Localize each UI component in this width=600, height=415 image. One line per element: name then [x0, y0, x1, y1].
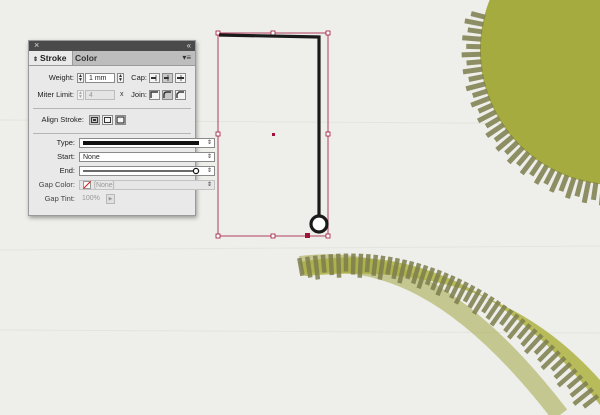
type-label: Type:: [56, 138, 75, 147]
gap-tint-input[interactable]: 100%: [79, 194, 105, 204]
circle-end-preview: [83, 167, 200, 175]
stitch-mark: [304, 256, 313, 278]
align-stroke-label: Align Stroke:: [41, 115, 84, 124]
projecting-cap-icon[interactable]: [175, 73, 186, 83]
stitch-mark: [470, 11, 486, 20]
chevron-updown-icon: ⇕: [206, 168, 212, 174]
stitch-mark: [590, 182, 599, 201]
round-join-icon[interactable]: [162, 90, 173, 100]
stitch-mark: [364, 254, 371, 273]
chevron-updown-icon: ⇕: [206, 140, 212, 146]
stitch-mark: [350, 253, 356, 275]
end-row: End: ⇕: [29, 165, 215, 179]
miter-stepper[interactable]: ▲ ▼: [77, 90, 84, 100]
panel-tabs: ⇕ Stroke Color ▾≡: [29, 51, 195, 66]
stitch-mark: [465, 81, 486, 92]
solid-line-preview: [83, 141, 199, 145]
stitch-mark: [312, 255, 321, 280]
stitch-mark: [574, 179, 584, 197]
panel-menu-icon[interactable]: ▾≡: [182, 53, 191, 62]
collapse-icon[interactable]: ‹‹: [187, 40, 191, 51]
chevron-updown-icon: ⇕: [206, 182, 212, 188]
stitch-mark: [558, 174, 570, 192]
gap-tint-label: Gap Tint:: [44, 194, 75, 203]
stitch-mark: [464, 18, 484, 27]
start-label: Start:: [57, 152, 75, 161]
gap-color-row: Gap Color: [None] ⇕: [29, 179, 215, 193]
divider: [33, 108, 191, 109]
stroke-line: [218, 33, 321, 216]
bevel-join-icon[interactable]: [175, 90, 186, 100]
miter-suffix: x: [120, 91, 124, 98]
close-icon[interactable]: ×: [34, 40, 39, 51]
align-inside-icon[interactable]: [102, 115, 113, 125]
end-cap-select[interactable]: ⇕: [79, 166, 215, 176]
gap-color-select[interactable]: [None] ⇕: [79, 180, 215, 190]
cap-label: Cap:: [131, 73, 147, 82]
stitch-mark: [543, 167, 556, 186]
stitch-mark: [467, 27, 483, 35]
join-label: Join:: [131, 90, 147, 99]
green-arc-shape[interactable]: [297, 253, 600, 415]
none-swatch-icon: [83, 181, 91, 189]
stitch-mark: [466, 59, 482, 66]
gap-color-label: Gap Color:: [38, 180, 75, 189]
miter-limit-label: Miter Limit:: [37, 90, 74, 99]
miter-row: Miter Limit: ▲ ▼ 4 x Join:: [29, 89, 195, 103]
butt-cap-icon[interactable]: [149, 73, 160, 83]
stroke-type-select[interactable]: ⇕: [79, 138, 215, 148]
start-cap-value: None: [83, 154, 100, 161]
panel-titlebar[interactable]: × ‹‹: [29, 40, 195, 51]
chevron-updown-icon: ⇕: [206, 154, 212, 160]
stitch-mark: [471, 88, 489, 99]
stitch-mark: [565, 176, 577, 199]
align-stroke-row: Align Stroke:: [29, 114, 195, 128]
stitch-mark: [385, 256, 393, 276]
round-cap-icon[interactable]: [162, 73, 173, 83]
align-outside-icon[interactable]: [115, 115, 126, 125]
stitch-mark: [371, 254, 379, 277]
stitch-mark: [297, 257, 305, 277]
sort-arrows-icon: ⇕: [33, 57, 39, 63]
type-row: Type: ⇕: [29, 137, 215, 151]
weight-row: Weight: ▲ ▼ 1 mm ▲ ▼ Cap:: [29, 72, 195, 86]
end-label: End:: [59, 166, 75, 175]
start-row: Start: None ⇕: [29, 151, 215, 165]
center-point: [272, 133, 275, 136]
stitch-mark: [320, 254, 327, 273]
circle-end-cap: [309, 214, 329, 234]
stitch-mark: [470, 95, 491, 108]
stitch-mark: [328, 253, 335, 276]
weight-label: Weight:: [48, 73, 74, 82]
divider: [33, 133, 191, 134]
stitch-mark: [468, 74, 485, 82]
start-cap-select[interactable]: None ⇕: [79, 152, 215, 162]
miter-limit-input[interactable]: 4: [85, 90, 115, 100]
anchor-point[interactable]: [305, 233, 310, 238]
gap-tint-arrow-icon[interactable]: ▶: [106, 194, 115, 204]
green-circle-shape[interactable]: [461, 0, 600, 206]
stitch-mark: [461, 51, 482, 58]
tab-color[interactable]: Color: [75, 51, 97, 65]
align-center-icon[interactable]: [89, 115, 100, 125]
stitch-mark: [462, 66, 483, 75]
stitch-mark: [581, 180, 591, 204]
stitch-mark: [336, 253, 342, 278]
miter-join-icon[interactable]: [149, 90, 160, 100]
weight-stepper[interactable]: ▲ ▼: [77, 73, 84, 83]
stitch-mark: [477, 102, 494, 114]
tab-stroke[interactable]: ⇕ Stroke: [29, 51, 73, 65]
gap-color-value: [None]: [94, 182, 115, 189]
selected-path[interactable]: [215, 30, 331, 239]
stitch-mark: [582, 393, 600, 409]
stitch-mark: [462, 35, 482, 42]
weight-input[interactable]: 1 mm: [85, 73, 115, 83]
stitch-mark: [357, 253, 364, 278]
stroke-panel: × ‹‹ ⇕ Stroke Color ▾≡ Weight: ▲ ▼ 1 mm ▲ ▼…: [28, 40, 215, 216]
weight-dropdown[interactable]: ▲ ▼: [117, 73, 124, 83]
gap-tint-row: Gap Tint: 100% ▶: [29, 193, 195, 207]
stitch-mark: [484, 116, 501, 129]
